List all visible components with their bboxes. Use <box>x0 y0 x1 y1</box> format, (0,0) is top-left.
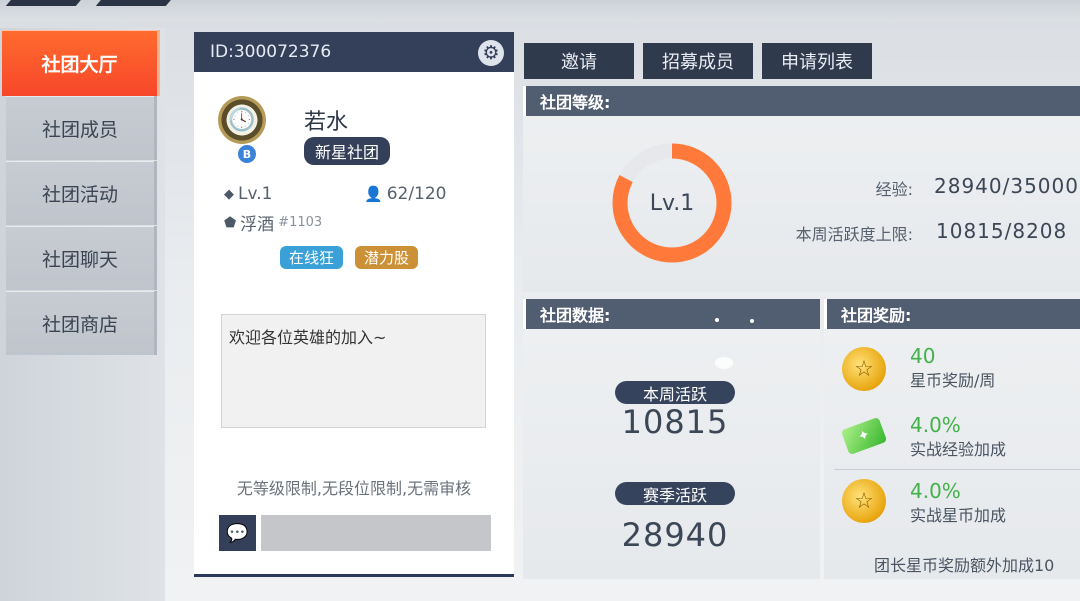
decor-slash <box>95 0 175 6</box>
club-id: ID:300072376 <box>210 42 332 62</box>
sparkle <box>750 319 754 323</box>
top-bar <box>0 0 1080 22</box>
club-data-panel: 社团数据: 本周活跃 10815 赛季活跃 28940 <box>523 299 820 579</box>
club-intro: 欢迎各位英雄的加入~ <box>221 314 486 428</box>
season-activity-label: 赛季活跃 <box>615 482 735 505</box>
exp-label: 经验: <box>875 180 913 199</box>
club-profile-card: ID:300072376 ⚙ 🕓 B 若水 新星社团 ◆ Lv.1 👤 62/1… <box>194 32 514 577</box>
reward-desc: 星币奖励/周 <box>910 371 996 390</box>
member-count: 62/120 <box>386 184 447 204</box>
reward-desc: 实战经验加成 <box>910 440 1007 459</box>
exp-ticket-icon-wrap: ✦ <box>840 414 888 458</box>
tag-online: 在线狂 <box>280 246 344 269</box>
sparkle <box>715 357 733 369</box>
club-id-header: ID:300072376 <box>194 32 514 72</box>
reward-value: 40 <box>910 344 936 368</box>
star-coin-icon: ☆ <box>842 479 886 523</box>
club-level-stat: ◆ Lv.1 <box>224 184 272 204</box>
nav-item-club-activities[interactable]: 社团活动 <box>6 161 157 225</box>
weekly-cap-value: 10815/8208 <box>936 219 1068 243</box>
exp-ticket-icon: ✦ <box>840 416 888 456</box>
club-tag: 新星社团 <box>304 137 391 165</box>
nav-item-club-shop[interactable]: 社团商店 <box>6 291 157 355</box>
reward-value: 4.0% <box>910 413 961 437</box>
member-count-stat: 👤 62/120 <box>364 184 447 204</box>
level-ring: Lv.1 <box>607 138 737 268</box>
exp-value: 28940/35000 <box>934 174 1079 198</box>
gear-icon[interactable]: ⚙ <box>478 40 504 66</box>
club-emblem: 🕓 <box>218 96 266 144</box>
chat-bubble-icon[interactable]: 💬 <box>219 515 256 551</box>
leader-stat: ⬟ 浮酒 #1103 <box>224 210 323 236</box>
level-icon: ◆ <box>224 186 234 202</box>
ring-level-label: Lv.1 <box>649 190 695 216</box>
nav-item-club-hall[interactable]: 社团大厅 <box>2 30 160 96</box>
clock-icon: 🕓 <box>228 107 256 133</box>
club-data-title: 社团数据: <box>523 299 820 329</box>
side-nav: 社团大厅 社团成员 社团活动 社团聊天 社团商店 <box>0 28 165 601</box>
decor-slash <box>5 0 85 6</box>
club-reward-panel: 社团奖励: ☆ 40 星币奖励/周 ✦ 4.0% 实战经验加成 ☆ 4.0% 实… <box>824 299 1080 579</box>
club-level: Lv.1 <box>238 184 273 204</box>
weekly-activity-value: 10815 <box>621 403 729 441</box>
club-reward-title: 社团奖励: <box>824 299 1080 329</box>
nav-item-club-chat[interactable]: 社团聊天 <box>6 226 157 290</box>
person-icon: 👤 <box>364 185 383 203</box>
recruit-members-button[interactable]: 招募成员 <box>643 43 753 79</box>
reward-desc: 实战星币加成 <box>910 506 1007 525</box>
chat-input[interactable] <box>261 515 491 551</box>
club-level-title: 社团等级: <box>523 86 1080 116</box>
leader-suffix: #1103 <box>278 215 323 230</box>
shield-icon: ⬟ <box>224 214 237 231</box>
star-coin-icon: ☆ <box>842 347 886 391</box>
leader-bonus-note: 团长星币奖励额外加成10 <box>874 556 1055 575</box>
weekly-activity-label: 本周活跃 <box>615 381 735 404</box>
weekly-cap-label: 本周活跃度上限: <box>795 225 913 244</box>
emblem-badge: B <box>238 145 256 163</box>
join-limits: 无等级限制,无段位限制,无需审核 <box>236 479 472 498</box>
reward-divider <box>834 469 1080 470</box>
tag-potential: 潜力股 <box>355 246 419 269</box>
application-list-button[interactable]: 申请列表 <box>762 43 872 79</box>
club-name: 若水 <box>304 110 349 135</box>
season-activity-value: 28940 <box>621 516 729 554</box>
reward-value: 4.0% <box>910 479 961 503</box>
leader-name: 浮酒 <box>240 215 275 235</box>
nav-item-club-members[interactable]: 社团成员 <box>6 96 157 160</box>
sparkle <box>715 318 719 322</box>
invite-button[interactable]: 邀请 <box>524 43 634 79</box>
club-level-panel: 社团等级: Lv.1 经验: 28940/35000 本周活跃度上限: 1081… <box>523 86 1080 292</box>
